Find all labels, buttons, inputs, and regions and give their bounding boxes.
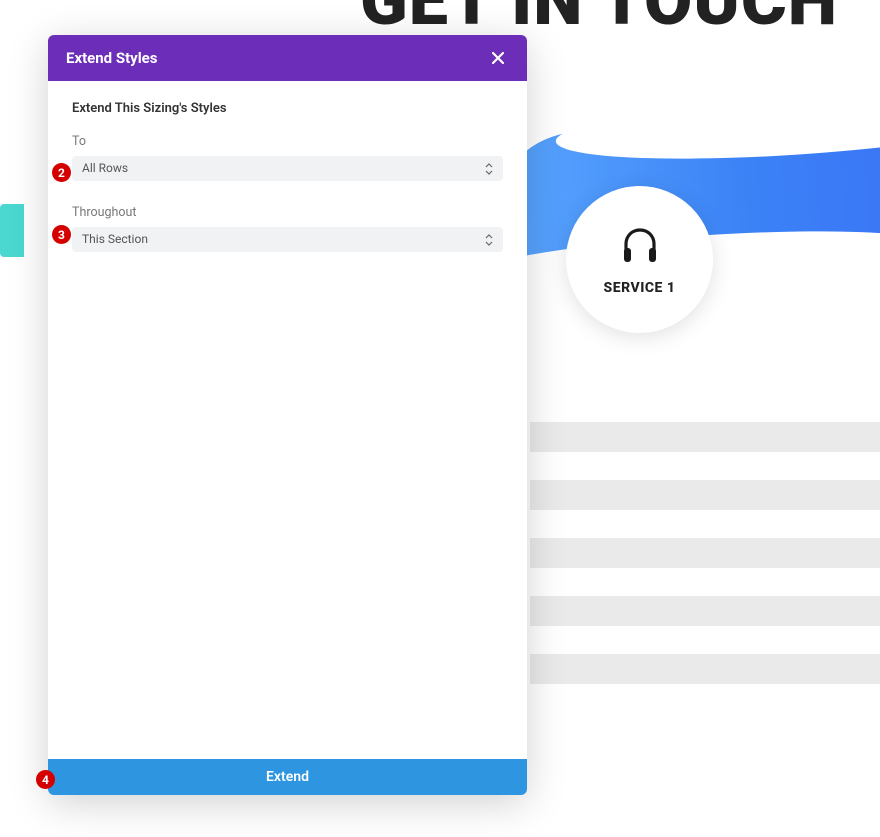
throughout-select-wrap: This Section: [72, 227, 503, 252]
annotation-badge-3: 3: [52, 225, 71, 244]
throughout-label: Throughout: [72, 205, 503, 220]
placeholder-bar: [530, 596, 880, 626]
service-label: SERVICE 1: [604, 280, 676, 296]
annotation-badge-2: 2: [52, 163, 71, 182]
headphones-icon: [620, 228, 660, 268]
modal-footer: Extend: [48, 759, 527, 795]
placeholder-bar: [530, 480, 880, 510]
placeholder-bar: [530, 422, 880, 452]
throughout-select[interactable]: This Section: [72, 227, 503, 252]
to-select-wrap: All Rows: [72, 156, 503, 181]
side-tab[interactable]: [0, 204, 24, 257]
annotation-badge-4: 4: [36, 770, 55, 789]
placeholder-bar: [530, 654, 880, 684]
modal-heading: Extend This Sizing's Styles: [72, 101, 503, 116]
service-card[interactable]: SERVICE 1: [566, 186, 713, 333]
modal-title: Extend Styles: [66, 49, 157, 67]
modal-header: Extend Styles: [48, 35, 527, 81]
close-icon[interactable]: [487, 47, 509, 69]
extend-styles-modal: Extend Styles Extend This Sizing's Style…: [48, 35, 527, 795]
to-label: To: [72, 134, 503, 149]
form-placeholder-bars: [530, 422, 880, 684]
placeholder-bar: [530, 538, 880, 568]
to-select[interactable]: All Rows: [72, 156, 503, 181]
modal-body: Extend This Sizing's Styles To All Rows …: [48, 81, 527, 759]
extend-button[interactable]: Extend: [48, 759, 527, 795]
